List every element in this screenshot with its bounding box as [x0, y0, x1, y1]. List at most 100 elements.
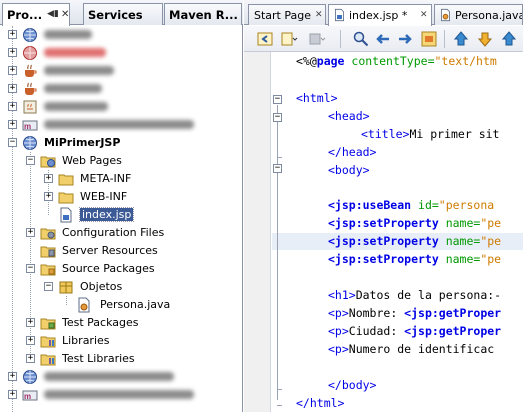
tree-item-index-jsp[interactable]: index.jsp — [0, 206, 243, 224]
find-next-icon[interactable] — [396, 30, 414, 48]
tree-label: Web Pages — [62, 154, 122, 167]
tab-projects[interactable]: Pro... ◀▮ ✕ — [2, 3, 70, 26]
expand-icon[interactable]: + — [8, 120, 17, 129]
fold-collapse-icon[interactable]: − — [273, 95, 282, 104]
code-line[interactable]: </head> — [328, 144, 376, 161]
tree-item-blurred[interactable]: + — [0, 98, 243, 116]
server-folder-icon — [40, 246, 56, 258]
forward-disabled-icon[interactable] — [308, 30, 326, 48]
test-folder-icon — [40, 318, 56, 330]
code-line[interactable]: <jsp:useBean id="persona — [328, 197, 494, 214]
tree-item-blurred[interactable]: + — [0, 62, 243, 80]
code-token: <jsp:useBean — [328, 198, 412, 212]
tab-persona-java[interactable]: Persona.java — [434, 4, 523, 25]
expand-icon[interactable]: + — [8, 102, 17, 111]
expand-icon[interactable]: + — [44, 192, 53, 201]
code-line[interactable]: <head> — [328, 108, 370, 125]
code-token: name= — [438, 252, 481, 266]
projects-panel: Pro... ◀▮ ✕ Services Maven R... + + + + … — [0, 0, 243, 412]
back-icon[interactable] — [256, 30, 274, 48]
tree-item-web-inf[interactable]: + WEB-INF — [0, 188, 243, 206]
expand-icon[interactable]: + — [26, 354, 35, 363]
toggle-bookmark-icon[interactable] — [500, 30, 518, 48]
toggle-highlight-icon[interactable] — [420, 30, 438, 48]
web-folder-icon — [40, 156, 56, 168]
expand-icon[interactable]: + — [8, 66, 17, 75]
expand-icon[interactable]: + — [26, 336, 35, 345]
code-line[interactable]: <jsp:setProperty name="pe — [328, 215, 501, 232]
code-line[interactable]: <jsp:setProperty name="pe — [328, 233, 501, 250]
tree-label-selected: index.jsp — [78, 207, 135, 222]
history-dropdown-icon[interactable] — [280, 30, 298, 48]
expand-icon[interactable]: + — [8, 30, 17, 39]
expand-icon[interactable]: + — [8, 48, 17, 57]
tree-item-package-objetos[interactable]: − Objetos — [0, 278, 243, 296]
tree-item-blurred[interactable]: + — [0, 26, 243, 44]
tree-item-blurred[interactable]: + — [0, 368, 243, 386]
tree-item-blurred[interactable]: + m — [0, 386, 243, 404]
expand-icon[interactable]: + — [8, 390, 17, 399]
collapse-icon[interactable]: − — [26, 264, 35, 273]
expand-icon[interactable]: + — [8, 372, 17, 381]
tree-item-test-packages[interactable]: + Test Packages — [0, 314, 243, 332]
fold-collapse-icon[interactable]: − — [273, 164, 282, 173]
expand-icon[interactable]: + — [26, 318, 35, 327]
expand-icon[interactable]: + — [44, 174, 53, 183]
code-token: <html> — [296, 91, 338, 105]
tab-start-page[interactable]: Start Page ✕ — [248, 4, 326, 25]
tree-item-source-packages[interactable]: − Source Packages — [0, 260, 243, 278]
code-token: <%@ — [296, 54, 317, 68]
tab-label: Persona.java — [455, 9, 523, 22]
expand-icon[interactable]: + — [26, 228, 35, 237]
tree-item-blurred[interactable]: + — [0, 80, 243, 98]
editor-tabs: Start Page ✕ index.jsp * ✕ Persona.java — [244, 0, 523, 26]
collapse-icon[interactable]: − — [44, 282, 53, 291]
code-line[interactable]: <p>Nombre: <jsp:getProper — [328, 305, 501, 322]
tab-index-jsp[interactable]: index.jsp * ✕ — [328, 4, 432, 26]
code-editor: Start Page ✕ index.jsp * ✕ Persona.java … — [244, 0, 523, 412]
toolbar-separator — [340, 30, 341, 48]
tree-item-project[interactable]: − MiPrimerJSP — [0, 134, 243, 152]
code-line[interactable]: <html> — [296, 90, 338, 107]
next-bookmark-icon[interactable] — [476, 30, 494, 48]
globe-icon — [23, 370, 37, 384]
close-icon[interactable]: ✕ — [420, 10, 428, 20]
code-line[interactable]: <%@page contentType="text/htm — [296, 53, 497, 70]
tree-item-server-resources[interactable]: Server Resources — [0, 242, 243, 260]
collapse-icon[interactable]: − — [26, 156, 35, 165]
code-line[interactable]: <p>Numero de identificac — [328, 341, 494, 358]
find-icon[interactable] — [352, 30, 370, 48]
code-line[interactable]: <p>Ciudad: <jsp:getProper — [328, 323, 501, 340]
code-line[interactable]: </html> — [296, 395, 344, 412]
tree-item-meta-inf[interactable]: + META-INF — [0, 170, 243, 188]
jsp-file-icon — [335, 8, 344, 22]
tree-item-web-pages[interactable]: − Web Pages — [0, 152, 243, 170]
close-icon[interactable]: ✕ — [61, 9, 69, 20]
minimize-window-icon[interactable]: ◀▮ — [47, 9, 59, 19]
tree-item-configuration-files[interactable]: + Configuration Files — [0, 224, 243, 242]
project-tree: + + + + + + m − MiPrimerJSP − Web Pages … — [0, 26, 243, 412]
tree-item-test-libraries[interactable]: + Test Libraries — [0, 350, 243, 368]
tree-item-libraries[interactable]: + Libraries — [0, 332, 243, 350]
expand-icon[interactable]: + — [8, 84, 17, 93]
tab-maven-repositories[interactable]: Maven R... — [164, 3, 242, 25]
code-token: Nombre: — [348, 306, 405, 320]
close-icon[interactable]: ✕ — [315, 10, 323, 20]
code-line[interactable]: <body> — [328, 162, 370, 179]
code-token: <body> — [328, 163, 370, 177]
tab-services[interactable]: Services — [83, 3, 163, 25]
fold-collapse-icon[interactable]: − — [273, 113, 282, 122]
folder-icon — [58, 174, 74, 186]
code-token: "persona — [438, 198, 495, 212]
previous-bookmark-icon[interactable] — [452, 30, 470, 48]
tree-item-blurred[interactable]: + m — [0, 116, 243, 134]
collapse-icon[interactable]: − — [8, 138, 17, 147]
code-line[interactable]: <title>Mi primer sit — [361, 126, 499, 143]
tree-item-blurred[interactable]: + — [0, 44, 243, 62]
code-line[interactable]: <h1>Datos de la persona:- — [328, 287, 501, 304]
code-line[interactable]: <jsp:setProperty name="pe — [328, 251, 501, 268]
find-previous-icon[interactable] — [374, 30, 392, 48]
tree-label: Configuration Files — [62, 226, 165, 239]
tree-item-persona-java[interactable]: Persona.java — [0, 296, 243, 314]
code-line[interactable]: </body> — [328, 377, 376, 394]
